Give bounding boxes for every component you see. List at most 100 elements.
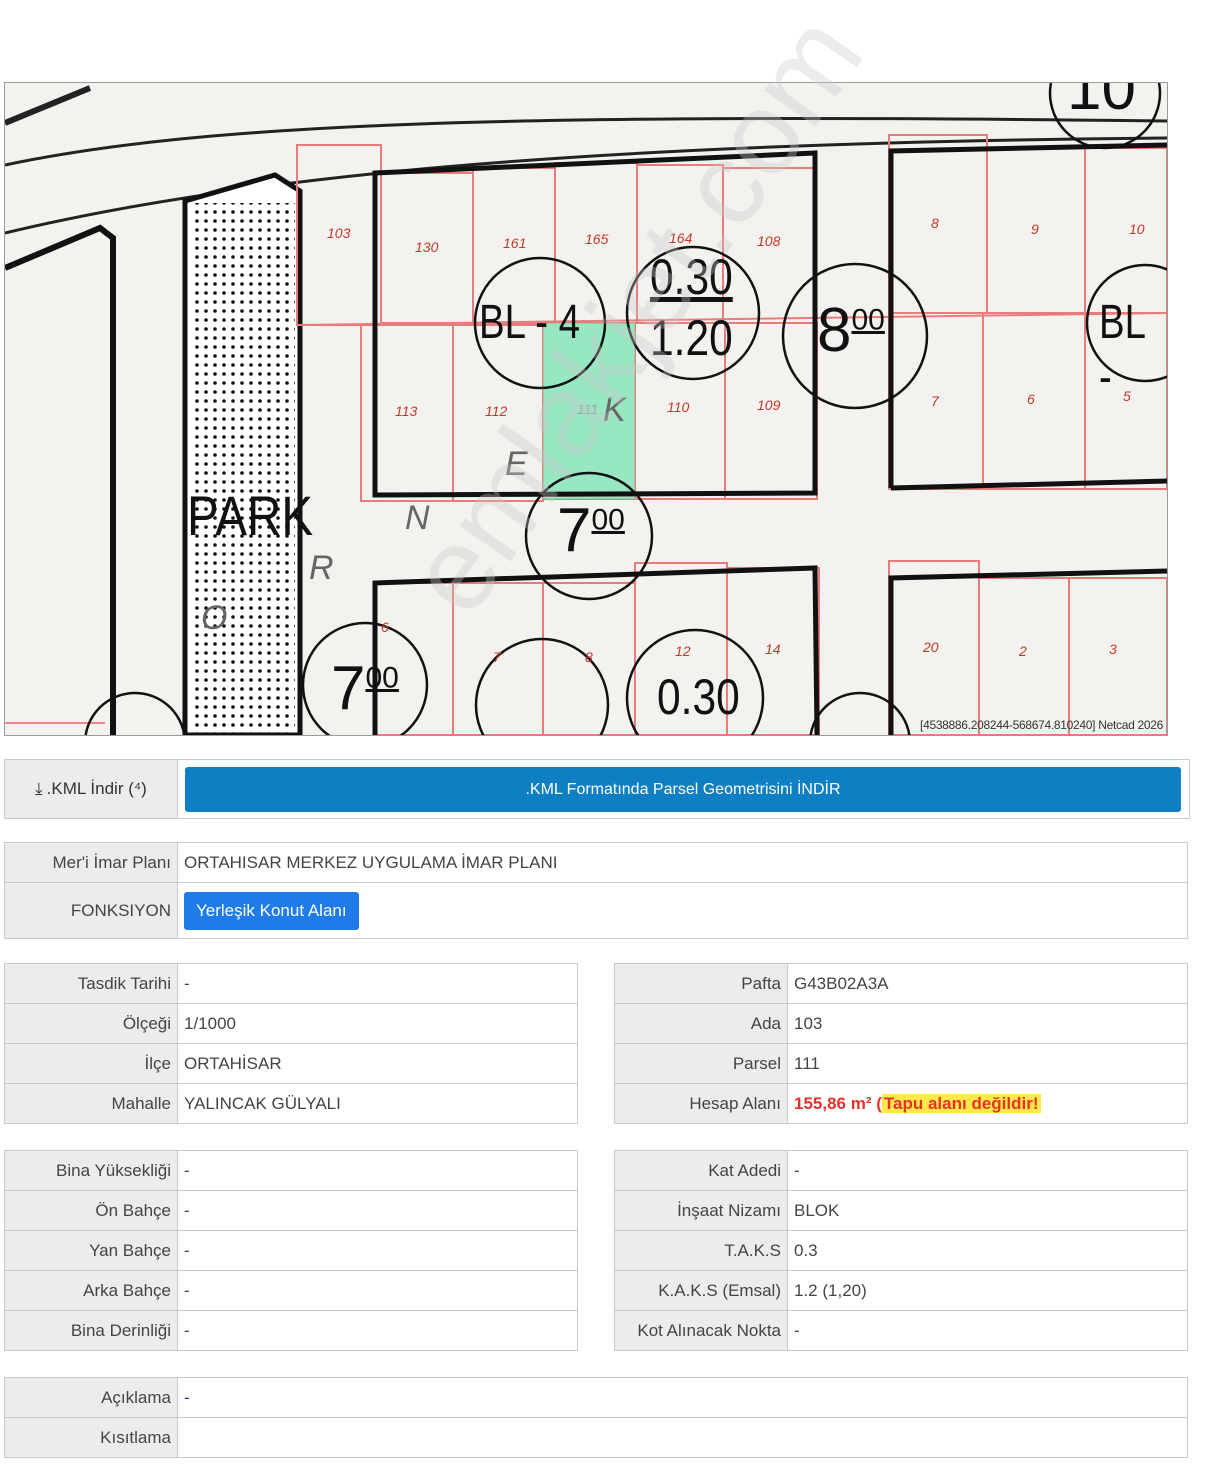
map-label-height-7b: 700 <box>331 653 399 724</box>
kisitlama-label: Kısıtlama <box>4 1417 178 1458</box>
build-left-table: Bina Yüksekliği - Ön Bahçe - Yan Bahçe - Ar… <box>4 1150 578 1351</box>
height-7b-sup: 00 <box>365 661 399 695</box>
table-row: İlçe ORTAHİSAR <box>4 1043 578 1084</box>
bina-derinligi-value: - <box>177 1310 578 1351</box>
insaat-nizami-value: BLOK <box>787 1190 1188 1231</box>
hesap-label: Hesap Alanı <box>614 1083 788 1124</box>
map-label-top-right: 10 <box>1067 82 1136 123</box>
kat-adedi-value: - <box>787 1150 1188 1191</box>
table-row: İnşaat Nizamı BLOK <box>614 1190 1188 1231</box>
pafta-label: Pafta <box>614 963 788 1004</box>
table-row: Mahalle YALINCAK GÜLYALI <box>4 1083 578 1124</box>
table-row: Kısıtlama <box>4 1417 1188 1458</box>
parcel-number: 165 <box>585 231 609 247</box>
arka-bahce-label: Arka Bahçe <box>4 1270 178 1311</box>
parcel-number: 108 <box>757 233 781 249</box>
table-row: Arka Bahçe - <box>4 1270 578 1311</box>
road-letter: R <box>309 549 334 587</box>
table-row: Ölçeği 1/1000 <box>4 1003 578 1044</box>
info-right-table: Pafta G43B02A3A Ada 103 Parsel 111 Hesap Al… <box>614 963 1188 1124</box>
parcel-number: 2 <box>1019 643 1027 659</box>
arka-bahce-value: - <box>177 1270 578 1311</box>
kml-download-button[interactable]: .KML Formatında Parsel Geometrisini İNDİ… <box>185 767 1181 812</box>
ada-value: 103 <box>787 1003 1188 1044</box>
function-label: FONKSIYON <box>4 882 178 939</box>
kisitlama-value <box>177 1417 1188 1458</box>
kml-download-row: ⤓ .KML İndir (⁴) .KML Formatında Parsel … <box>4 759 1190 819</box>
map-label-taks-bottom: 0.30 <box>657 669 740 725</box>
info-left-table: Tasdik Tarihi - Ölçeği 1/1000 İlçe ORTAHİSA… <box>4 963 578 1124</box>
ada-label: Ada <box>614 1003 788 1044</box>
parcel-number: 9 <box>1031 221 1039 237</box>
table-row: FONKSIYON Yerleşik Konut Alanı <box>4 882 1188 939</box>
aciklama-label: Açıklama <box>4 1377 178 1418</box>
parcel-number: 6 <box>381 619 389 635</box>
table-row: Hesap Alanı 155,86 m² (Tapu alanı değild… <box>614 1083 1188 1124</box>
map-label-park: PARK <box>187 484 314 547</box>
build-right-table: Kat Adedi - İnşaat Nizamı BLOK T.A.K.S 0.3 … <box>614 1150 1188 1351</box>
height-7b-value: 7 <box>331 654 366 723</box>
plan-label: Mer'i İmar Planı <box>4 842 178 883</box>
on-bahce-label: Ön Bahçe <box>4 1190 178 1231</box>
kot-label: Kot Alınacak Nokta <box>614 1310 788 1351</box>
yan-bahce-value: - <box>177 1230 578 1271</box>
plan-value: ORTAHISAR MERKEZ UYGULAMA İMAR PLANI <box>177 842 1188 883</box>
parcel-number: 109 <box>757 397 781 413</box>
on-bahce-value: - <box>177 1190 578 1231</box>
aciklama-value: - <box>177 1377 1188 1418</box>
mahalle-value: YALINCAK GÜLYALI <box>177 1083 578 1124</box>
table-row: T.A.K.S 0.3 <box>614 1230 1188 1271</box>
ilce-value: ORTAHİSAR <box>177 1043 578 1084</box>
parcel-number: 5 <box>1123 388 1131 404</box>
road-letter: K <box>603 391 626 429</box>
table-row: Bina Derinliği - <box>4 1310 578 1351</box>
function-cell: Yerleşik Konut Alanı <box>177 882 1188 939</box>
tasdik-label: Tasdik Tarihi <box>4 963 178 1004</box>
kaks-label: K.A.K.S (Emsal) <box>614 1270 788 1311</box>
table-row: Kot Alınacak Nokta - <box>614 1310 1188 1351</box>
parcel-number: 8 <box>585 649 593 665</box>
kat-adedi-label: Kat Adedi <box>614 1150 788 1191</box>
table-row: Kat Adedi - <box>614 1150 1188 1191</box>
parcel-number: 3 <box>1109 641 1117 657</box>
parcel-number: 20 <box>923 639 939 655</box>
parcel-number: 111 <box>577 401 599 417</box>
parcel-number: 161 <box>503 235 527 251</box>
parcel-number: 164 <box>669 230 693 246</box>
parcel-number: 7 <box>493 649 501 665</box>
road-letter: O <box>201 599 228 637</box>
road-letter: N <box>405 499 430 537</box>
table-row: Ön Bahçe - <box>4 1190 578 1231</box>
height-7-value: 7 <box>557 496 592 565</box>
parcel-number: 112 <box>485 403 508 419</box>
table-row: Yan Bahçe - <box>4 1230 578 1271</box>
parcel-number: 110 <box>667 399 690 415</box>
height-8-value: 8 <box>817 296 852 365</box>
road-letter: E <box>505 445 528 483</box>
map-label-bl4: BL - 4 <box>479 296 581 349</box>
table-row: Tasdik Tarihi - <box>4 963 578 1004</box>
parcel-number: 130 <box>415 239 439 255</box>
map-coordinates: [4538886.208244-568674.810240] Netcad 20… <box>920 718 1163 732</box>
hesap-value: 155,86 m² <box>794 1093 872 1113</box>
kot-value: - <box>787 1310 1188 1351</box>
kml-label-text: .KML İndir (⁴) <box>46 779 147 798</box>
plan-table: Mer'i İmar Planı ORTAHISAR MERKEZ UYGULA… <box>4 842 1188 939</box>
tasdik-value: - <box>177 963 578 1004</box>
table-row: Bina Yüksekliği - <box>4 1150 578 1191</box>
function-button[interactable]: Yerleşik Konut Alanı <box>184 891 359 930</box>
olcek-value: 1/1000 <box>177 1003 578 1044</box>
table-row: Açıklama - <box>4 1377 1188 1418</box>
table-row: Parsel 111 <box>614 1043 1188 1084</box>
parcel-number: 8 <box>931 215 939 231</box>
download-icon: ⤓ <box>35 779 43 798</box>
parcel-number: 7 <box>931 393 939 409</box>
bina-derinligi-label: Bina Derinliği <box>4 1310 178 1351</box>
map-label-taks: 0.30 <box>650 249 733 305</box>
height-7-sup: 00 <box>591 503 625 537</box>
parcel-number: 12 <box>675 643 691 659</box>
zoning-map[interactable]: PARK BL - 4 BL - 0.30 1.20 800 700 700 0… <box>4 82 1168 736</box>
parsel-value: 111 <box>787 1043 1188 1084</box>
kml-label: ⤓ .KML İndir (⁴) <box>5 760 178 818</box>
insaat-nizami-label: İnşaat Nizamı <box>614 1190 788 1231</box>
